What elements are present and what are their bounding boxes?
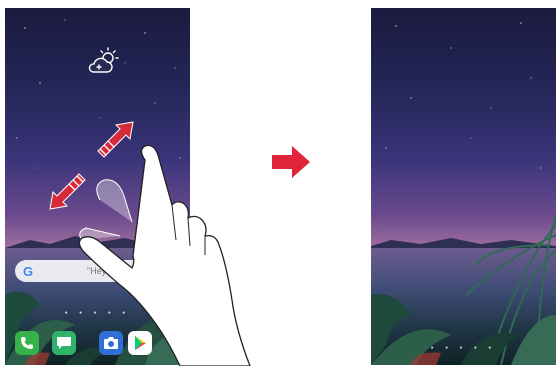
home-screen-after: ● ● ● ● ●	[371, 8, 556, 365]
hand-gesture-illustration	[78, 144, 251, 366]
page-indicator: ● ● ● ● ●	[430, 345, 497, 351]
palm-foliage	[371, 214, 556, 365]
transition-arrow-icon	[272, 146, 310, 178]
